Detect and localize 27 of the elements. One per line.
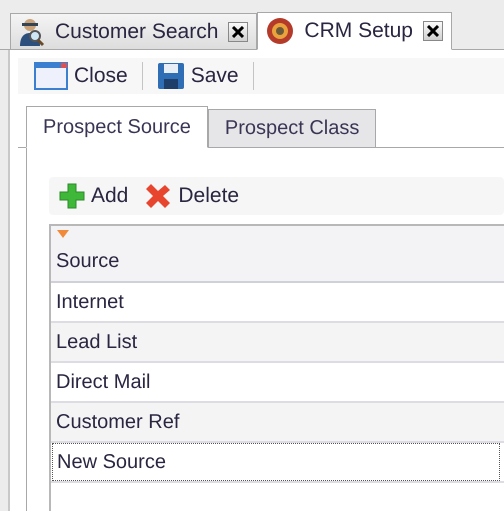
tab-label: Customer Search xyxy=(55,20,218,44)
table-cell: Lead List xyxy=(56,330,138,354)
plus-icon xyxy=(59,183,85,209)
close-icon xyxy=(232,26,244,38)
close-icon xyxy=(426,25,439,37)
close-tab-button[interactable] xyxy=(422,21,443,41)
user-magnifier-icon xyxy=(19,16,45,46)
cross-icon xyxy=(144,183,172,209)
section-tab[interactable]: Prospect Source xyxy=(26,106,208,148)
window-icon xyxy=(34,62,68,90)
column-title: Source xyxy=(56,250,120,273)
tab-label: CRM Setup xyxy=(304,19,413,43)
column-header[interactable]: Source xyxy=(51,226,504,283)
sort-arrow-icon xyxy=(57,230,69,238)
document-tab[interactable]: CRM Setup xyxy=(257,12,452,50)
table-cell: Direct Mail xyxy=(56,370,150,394)
cell-input-field[interactable]: New Source xyxy=(52,443,500,481)
grid-toolbar-button[interactable]: Delete xyxy=(138,183,246,209)
toolbar-button[interactable]: Close xyxy=(28,62,134,90)
toolbar-button[interactable]: Save xyxy=(150,62,245,90)
table-cell: Internet xyxy=(56,290,124,314)
table-cell: Customer Ref xyxy=(56,410,180,434)
document-tab[interactable]: Customer Search xyxy=(10,13,258,49)
close-tab-button[interactable] xyxy=(228,22,248,42)
target-icon xyxy=(266,17,294,45)
section-tab[interactable]: Prospect Class xyxy=(208,109,376,147)
grid-toolbar-button[interactable]: Add xyxy=(53,183,134,209)
